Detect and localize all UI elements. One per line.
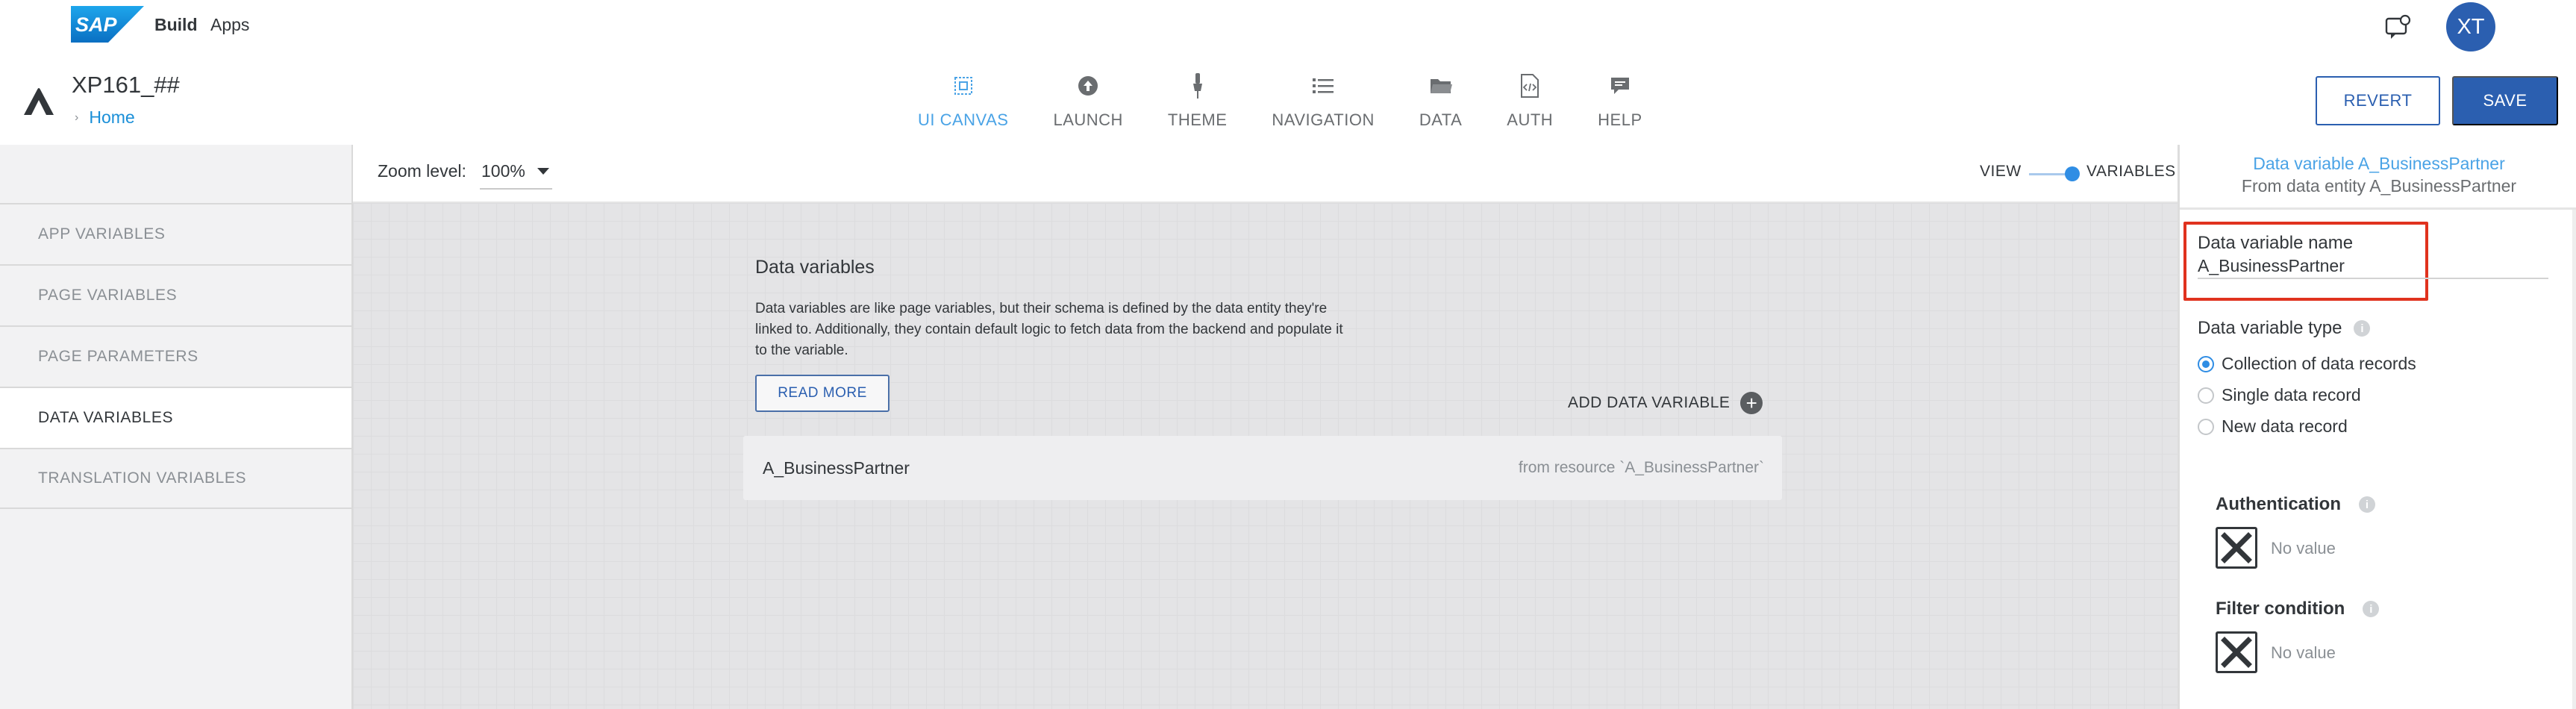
revert-button[interactable]: REVERT	[2316, 76, 2440, 125]
radio-button[interactable]	[2198, 355, 2214, 372]
panel-scrollbar[interactable]	[2572, 210, 2576, 709]
authentication-binding-button[interactable]	[2216, 527, 2257, 569]
view-mode-label: VIEW	[1980, 163, 2022, 180]
data-variables-title: Data variables	[755, 257, 875, 278]
variable-type-label-text: Data variable type	[2198, 318, 2342, 338]
tab-navigation[interactable]: NAVIGATION	[1249, 70, 1396, 145]
tab-launch[interactable]: LAUNCH	[1031, 70, 1145, 145]
canvas-toolbar: Zoom level: 100% VIEW VARIABLES	[353, 145, 2178, 203]
app-root: SAP Build Apps XT XP161_## › Home UI CAN…	[0, 0, 2576, 709]
tab-help[interactable]: HELP	[1575, 70, 1664, 145]
app-title: XP161_##	[72, 72, 180, 98]
add-data-variable-label: ADD DATA VARIABLE	[1568, 394, 1731, 411]
radio-label: New data record	[2222, 416, 2348, 436]
product-name-bold: Build	[154, 15, 198, 34]
feedback-icon[interactable]	[2383, 13, 2412, 42]
tab-ui-canvas[interactable]: UI CANVAS	[895, 70, 1031, 145]
sidebar-item-app-variables[interactable]: APP VARIABLES	[0, 203, 351, 264]
info-icon[interactable]: i	[2363, 601, 2380, 617]
radio-label: Single data record	[2222, 385, 2361, 405]
breadcrumb-home-link[interactable]: Home	[89, 107, 134, 128]
chat-icon	[1607, 73, 1633, 99]
sidebar-item-translation-variables[interactable]: TRANSLATION VARIABLES	[0, 448, 351, 509]
radio-single-record[interactable]: Single data record	[2198, 385, 2361, 405]
variables-mode-label: VARIABLES	[2086, 163, 2176, 180]
user-avatar[interactable]: XT	[2446, 2, 2495, 51]
radio-button[interactable]	[2198, 418, 2214, 435]
variables-sidebar: APP VARIABLES PAGE VARIABLES PAGE PARAME…	[0, 145, 353, 709]
radio-button[interactable]	[2198, 387, 2214, 404]
canvas-icon	[951, 73, 976, 99]
product-name-suffix: Apps	[210, 15, 250, 34]
top-navigation: UI CANVAS LAUNCH THEME NAVIGATION DATA A…	[895, 70, 1665, 145]
variable-name-label: Data variable name	[2198, 233, 2354, 253]
properties-panel: Data variable A_BusinessPartner From dat…	[2178, 145, 2576, 709]
chevron-right-icon: ›	[75, 110, 79, 124]
breadcrumb: › Home	[75, 107, 135, 128]
data-variable-name: A_BusinessPartner	[763, 458, 910, 478]
folder-icon	[1428, 73, 1454, 99]
tab-auth[interactable]: AUTH	[1484, 70, 1575, 145]
radio-label: Collection of data records	[2222, 354, 2416, 373]
sap-logo[interactable]: SAP	[71, 6, 144, 43]
zoom-select[interactable]: 100%	[480, 154, 552, 190]
filter-condition-label: Filter condition i	[2216, 599, 2380, 619]
tab-label: DATA	[1419, 110, 1463, 129]
tab-label: NAVIGATION	[1272, 110, 1375, 129]
info-icon[interactable]: i	[2354, 320, 2371, 337]
filter-condition-value: No value	[2271, 643, 2336, 662]
plus-icon: +	[1740, 392, 1763, 414]
radio-collection[interactable]: Collection of data records	[2198, 354, 2416, 374]
authentication-label-text: Authentication	[2216, 494, 2341, 514]
code-file-icon	[1517, 73, 1542, 99]
read-more-button[interactable]: READ MORE	[755, 375, 890, 412]
panel-divider	[2180, 207, 2576, 210]
close-icon	[2221, 637, 2252, 668]
toggle-knob[interactable]	[2065, 166, 2080, 181]
tab-label: AUTH	[1507, 110, 1554, 129]
panel-title: Data variable A_BusinessPartner	[2253, 154, 2505, 173]
radio-new-record[interactable]: New data record	[2198, 416, 2348, 437]
panel-subtitle: From data entity A_BusinessPartner	[2241, 176, 2517, 196]
zoom-value: 100%	[481, 160, 525, 181]
view-variables-toggle[interactable]	[2029, 166, 2080, 181]
data-variable-row[interactable]: A_BusinessPartner from resource `A_Busin…	[743, 436, 1782, 500]
close-icon	[2221, 532, 2252, 563]
sidebar-item-data-variables[interactable]: DATA VARIABLES	[0, 387, 351, 448]
upload-icon	[1075, 73, 1101, 99]
sidebar-item-page-parameters[interactable]: PAGE PARAMETERS	[0, 325, 351, 387]
tab-label: HELP	[1598, 110, 1642, 129]
data-variable-source: from resource `A_BusinessPartner`	[1518, 459, 1764, 476]
brush-icon	[1185, 73, 1210, 99]
variable-name-input[interactable]	[2198, 254, 2548, 279]
canvas-area: Data variables Data variables are like p…	[353, 203, 2178, 709]
authentication-value: No value	[2271, 539, 2336, 557]
tab-label: THEME	[1167, 110, 1228, 129]
variable-type-label: Data variable type i	[2198, 318, 2371, 339]
app-header: XP161_## › Home UI CANVAS LAUNCH THEME N…	[0, 55, 2576, 145]
info-icon[interactable]: i	[2359, 496, 2375, 513]
app-logo-icon	[24, 88, 54, 115]
filter-binding-button[interactable]	[2216, 631, 2257, 673]
shell-bar: SAP Build Apps XT	[0, 0, 2576, 55]
list-icon	[1310, 73, 1336, 99]
tab-label: UI CANVAS	[918, 110, 1009, 129]
tab-data[interactable]: DATA	[1397, 70, 1484, 145]
caret-down-icon	[537, 167, 549, 175]
svg-text:SAP: SAP	[75, 13, 118, 36]
tab-theme[interactable]: THEME	[1145, 70, 1250, 145]
authentication-label: Authentication i	[2216, 494, 2375, 515]
filter-condition-label-text: Filter condition	[2216, 599, 2345, 619]
zoom-label: Zoom level:	[378, 161, 466, 181]
sidebar-item-page-variables[interactable]: PAGE VARIABLES	[0, 264, 351, 325]
add-data-variable-button[interactable]: ADD DATA VARIABLE +	[1568, 392, 1763, 414]
tab-label: LAUNCH	[1053, 110, 1123, 129]
save-button[interactable]: SAVE	[2452, 76, 2558, 125]
data-variables-description: Data variables are like page variables, …	[755, 301, 1343, 358]
